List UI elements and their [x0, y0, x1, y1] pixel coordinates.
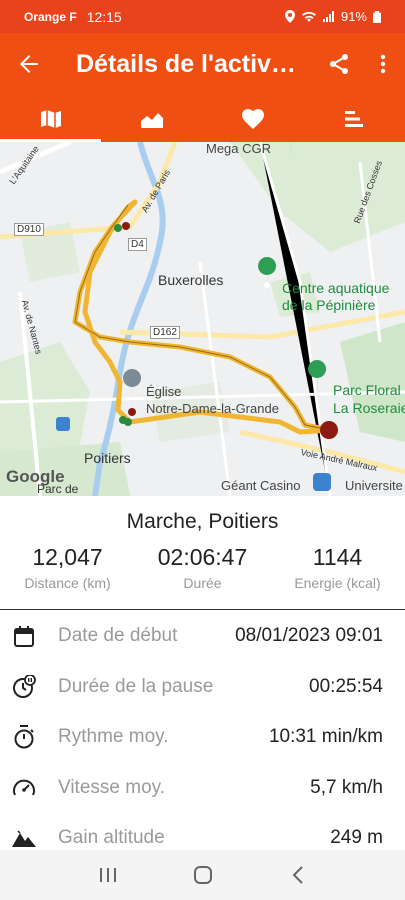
wifi-icon [301, 11, 316, 22]
tab-stats[interactable] [304, 95, 405, 142]
stat-distance-value: 12,047 [32, 544, 103, 570]
back-nav-button[interactable] [278, 855, 318, 895]
stopwatch-icon [12, 725, 36, 749]
tab-heart[interactable] [203, 95, 304, 142]
detail-row-pace: Rythme moy. 10:31 min/km [0, 712, 405, 763]
map-label-geant: Géant Casino [221, 478, 301, 493]
activity-map[interactable]: Mega CGR Buxerolles Centre aquatique de … [0, 142, 405, 496]
detail-label: Gain altitude [58, 827, 165, 849]
detail-label: Rythme moy. [58, 726, 169, 748]
road-tag-d162: D162 [150, 326, 180, 339]
calendar-icon [12, 624, 36, 648]
detail-label: Durée de la pause [58, 675, 214, 697]
map-label-poitiers: Poitiers [84, 450, 131, 466]
tab-bar [0, 95, 405, 142]
stat-energy: 1144 Energie (kcal) [270, 544, 405, 591]
more-vert-icon [380, 54, 386, 74]
status-time: 12:15 [86, 8, 122, 25]
status-icons: 91% [284, 9, 381, 24]
map-label-eglise-1: Église [146, 384, 182, 399]
map-label-universite: Universite [345, 478, 403, 493]
system-nav-bar [0, 850, 405, 900]
map-label-eglise-2: Notre-Dame-la-Grande [146, 401, 279, 416]
stats-row: 12,047 Distance (km) 02:06:47 Durée 1144… [0, 544, 405, 591]
bar-list-icon [345, 110, 364, 127]
heart-icon [242, 108, 265, 129]
stat-duration-value: 02:06:47 [157, 544, 248, 570]
stat-distance: 12,047 Distance (km) [0, 544, 135, 591]
tab-map[interactable] [0, 95, 102, 142]
detail-row-start-date: Date de début 08/01/2023 09:01 [0, 611, 405, 662]
map-label-parc-2: La Roseraie [333, 400, 405, 416]
pause-timer-icon [12, 674, 36, 699]
detail-value: 00:25:54 [309, 675, 383, 697]
road-tag-d910: D910 [14, 223, 44, 236]
status-bar: Orange F 12:15 91% [0, 0, 405, 33]
arrow-left-icon [20, 55, 38, 73]
map-label-buxerolles: Buxerolles [158, 272, 224, 288]
detail-row-pause: Durée de la pause 00:25:54 [0, 662, 405, 713]
map-label-centre-1: Centre aquatique [282, 280, 390, 296]
stat-energy-value: 1144 [312, 544, 363, 570]
recents-button[interactable] [88, 855, 128, 895]
google-logo: Google [6, 467, 65, 486]
speedometer-icon [12, 776, 36, 800]
detail-value: 10:31 min/km [268, 726, 383, 748]
map-label-centre-2: de la Pépinière [282, 297, 376, 313]
stat-distance-label: Distance (km) [24, 575, 111, 591]
share-button[interactable] [317, 33, 361, 95]
mountain-icon [12, 826, 36, 850]
stat-duration: 02:06:47 Durée [135, 544, 270, 591]
area-chart-icon [140, 109, 163, 128]
detail-label: Vitesse moy. [58, 776, 166, 798]
more-options-button[interactable] [361, 33, 405, 95]
detail-value: 5,7 km/h [310, 776, 383, 798]
stat-duration-label: Durée [183, 575, 222, 591]
details-list: Date de début 08/01/2023 09:01 Durée de … [0, 611, 405, 864]
activity-name: Marche, Poitiers [126, 510, 279, 533]
signal-icon [322, 11, 334, 22]
stat-energy-label: Energie (kcal) [294, 575, 381, 591]
page-title: Détails de l'activ… [76, 49, 296, 78]
detail-value: 08/01/2023 09:01 [235, 625, 383, 647]
detail-row-speed: Vitesse moy. 5,7 km/h [0, 763, 405, 814]
detail-value: 249 m [330, 827, 383, 849]
detail-label: Date de début [58, 625, 178, 647]
chevron-left-icon [292, 866, 303, 884]
map-label-parc-1: Parc Floral [333, 382, 401, 398]
road-tag-d4: D4 [128, 238, 147, 251]
location-icon [284, 10, 295, 23]
share-icon [330, 54, 348, 74]
home-button[interactable] [183, 855, 223, 895]
map-canvas [0, 142, 405, 496]
carrier-name: Orange F [24, 9, 77, 24]
map-label-mega: Mega CGR [206, 142, 272, 156]
battery-percent: 91% [340, 9, 367, 24]
home-icon [193, 866, 212, 884]
back-button[interactable] [0, 33, 58, 95]
battery-icon [373, 10, 381, 23]
app-bar: Détails de l'activ… [0, 33, 405, 95]
map-icon [40, 109, 61, 128]
recents-icon [99, 868, 116, 882]
tab-chart[interactable] [101, 95, 202, 142]
activity-summary: Marche, Poitiers 12,047 Distance (km) 02… [0, 496, 405, 610]
